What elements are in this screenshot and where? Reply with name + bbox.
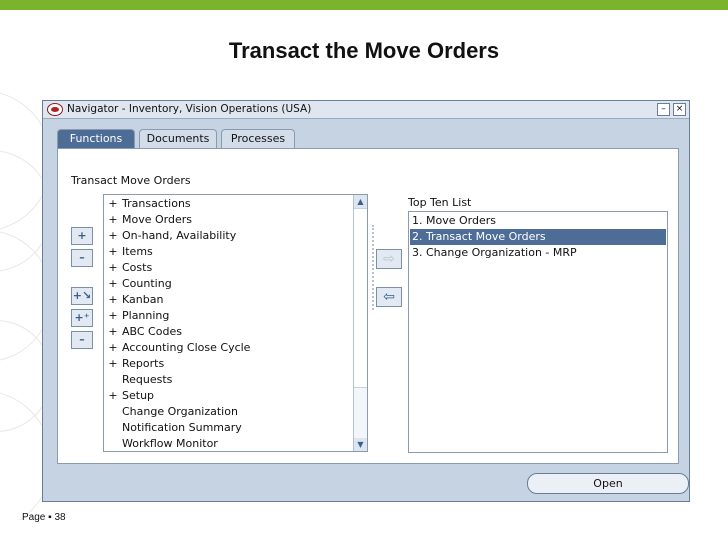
tree-item-label: Requests: [122, 373, 173, 386]
expand-icon[interactable]: +: [108, 292, 118, 308]
remove-from-top-ten-button[interactable]: ⇦: [376, 287, 402, 307]
expand-icon[interactable]: +: [108, 308, 118, 324]
tree-item-label: Items: [122, 245, 153, 258]
expand-icon[interactable]: +: [108, 228, 118, 244]
function-tree[interactable]: + Transactions + Move Orders + On-hand, Ava…: [103, 194, 368, 452]
top-ten-item[interactable]: 3. Change Organization - MRP: [410, 245, 666, 261]
close-button[interactable]: ×: [673, 103, 686, 116]
functions-panel: Transact Move Orders + – +↘ +⁺ – + Transa…: [57, 148, 679, 464]
top-ten-item-selected[interactable]: 2. Transact Move Orders: [410, 229, 666, 245]
expand-icon[interactable]: +: [108, 196, 118, 212]
expand-icon[interactable]: +: [108, 356, 118, 372]
tree-item-label: Notification Summary: [122, 421, 242, 434]
window-title: Navigator - Inventory, Vision Operations…: [67, 103, 312, 115]
expand-icon[interactable]: +: [108, 324, 118, 340]
expand-icon[interactable]: +: [108, 276, 118, 292]
slide-title: Transact the Move Orders: [228, 38, 500, 63]
tree-item-label: Planning: [122, 309, 170, 322]
top-ten-label: Top Ten List: [408, 196, 472, 209]
scroll-down-icon[interactable]: ▼: [354, 438, 367, 451]
tree-item-label: Costs: [122, 261, 153, 274]
tree-item-label: On-hand, Availability: [122, 229, 237, 242]
expand-icon[interactable]: +: [108, 260, 118, 276]
add-to-top-ten-button[interactable]: ⇨: [376, 249, 402, 269]
expand-all-button[interactable]: +⁺: [71, 309, 93, 327]
expand-branch-button[interactable]: +↘: [71, 287, 93, 305]
tree-item-label: Setup: [122, 389, 155, 402]
tree-item-label: ABC Codes: [122, 325, 182, 338]
navigator-window: Navigator - Inventory, Vision Operations…: [42, 100, 690, 502]
tree-scrollbar[interactable]: ▲ ▼: [353, 195, 367, 451]
tree-item-label: Accounting Close Cycle: [122, 341, 251, 354]
tab-processes[interactable]: Processes: [221, 129, 295, 148]
tree-item-label: Change Organization: [122, 405, 238, 418]
top-ten-list[interactable]: 1. Move Orders 2. Transact Move Orders 3…: [408, 211, 668, 453]
tree-item-label: Workflow Monitor: [122, 437, 218, 450]
tab-functions[interactable]: Functions: [57, 129, 135, 149]
tab-documents[interactable]: Documents: [139, 129, 217, 148]
expand-icon[interactable]: +: [108, 340, 118, 356]
expand-icon[interactable]: +: [108, 388, 118, 404]
expand-icon[interactable]: +: [108, 212, 118, 228]
tree-item-label: Reports: [122, 357, 165, 370]
top-accent-bar: [0, 0, 728, 10]
scroll-up-icon[interactable]: ▲: [354, 195, 367, 208]
top-ten-item[interactable]: 1. Move Orders: [410, 213, 666, 229]
minimize-button[interactable]: –: [657, 103, 670, 116]
tree-item-label: Kanban: [122, 293, 164, 306]
tree-item-label: Transactions: [122, 197, 191, 210]
expand-button[interactable]: +: [71, 227, 93, 245]
page-number: Page ▪ 38: [22, 512, 66, 523]
tree-item-label: Move Orders: [122, 213, 192, 226]
expand-icon[interactable]: +: [108, 244, 118, 260]
tree-item-label: Counting: [122, 277, 172, 290]
oracle-app-icon: [47, 103, 63, 116]
open-button[interactable]: Open: [527, 473, 689, 494]
scroll-thumb[interactable]: [354, 208, 367, 388]
collapse-all-button[interactable]: –: [71, 331, 93, 349]
window-titlebar: Navigator - Inventory, Vision Operations…: [43, 101, 689, 119]
selected-function-label: Transact Move Orders: [71, 174, 191, 187]
collapse-button[interactable]: –: [71, 249, 93, 267]
